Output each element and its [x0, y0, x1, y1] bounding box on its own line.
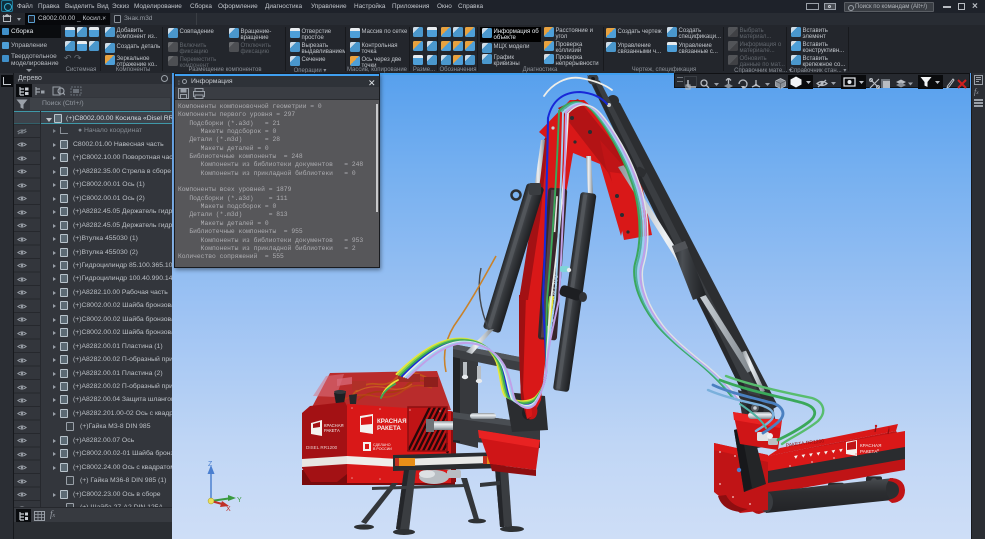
- svg-text:РАКЕТА: РАКЕТА: [324, 428, 340, 433]
- svg-text:РАКЕТА: РАКЕТА: [860, 449, 878, 454]
- svg-text:РАКЕТА: РАКЕТА: [377, 425, 401, 432]
- svg-text:КРАСНАЯ: КРАСНАЯ: [860, 443, 881, 448]
- svg-text:В РОССИИ: В РОССИИ: [373, 447, 392, 451]
- svg-text:Z: Z: [208, 461, 213, 468]
- svg-text:Y: Y: [237, 497, 242, 504]
- svg-text:DISEL RR1200: DISEL RR1200: [306, 445, 338, 450]
- svg-text:КРАСНАЯ: КРАСНАЯ: [377, 418, 407, 425]
- svg-text:X: X: [226, 506, 231, 513]
